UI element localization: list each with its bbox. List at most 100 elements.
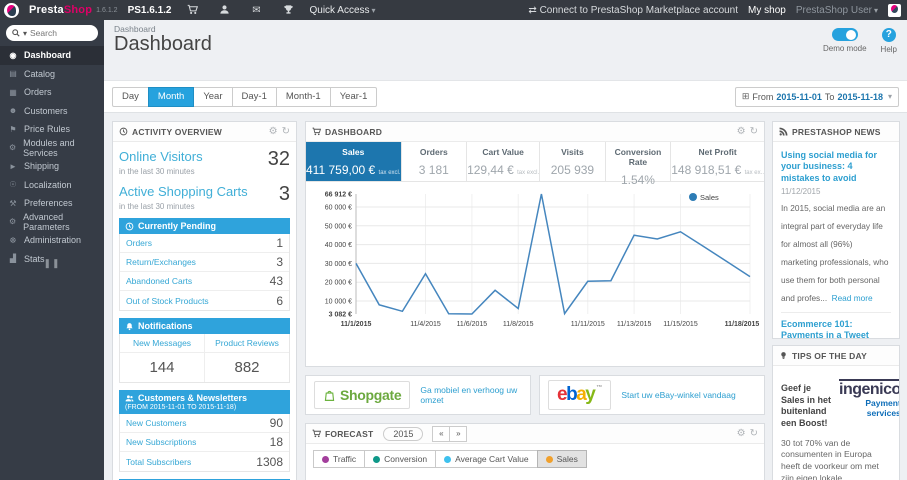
legend-average-cart-value-button[interactable]: Average Cart Value: [435, 450, 538, 468]
active-carts-link[interactable]: Active Shopping Carts: [119, 184, 248, 199]
pending-orders-link[interactable]: Orders: [126, 238, 152, 248]
online-visitors-link[interactable]: Online Visitors: [119, 149, 203, 164]
customer-icon[interactable]: [213, 4, 235, 15]
kpi-net-profit[interactable]: Net Profit 148 918,51 € tax ex..: [671, 142, 764, 181]
product-reviews-link[interactable]: Product Reviews: [205, 334, 289, 353]
legend-label: Average Cart Value: [455, 454, 529, 464]
pending-returns-link[interactable]: Return/Exchanges: [126, 257, 196, 267]
range-day-button[interactable]: Day: [112, 86, 149, 107]
svg-text:11/13/2015: 11/13/2015: [617, 321, 652, 328]
main-menu: ◉ Dashboard ▤ Catalog ▦ Orders ☻ Customers ⚑…: [0, 46, 104, 268]
sidebar-item-label: Catalog: [24, 68, 56, 79]
range-month-1-button[interactable]: Month-1: [275, 86, 331, 107]
my-shop-link[interactable]: My shop: [748, 5, 786, 16]
currently-pending-header: Currently Pending: [119, 218, 290, 234]
range-year-button[interactable]: Year: [193, 86, 233, 107]
kpi-note: tax excl.: [517, 170, 540, 176]
total-subscribers-link[interactable]: Total Subscribers: [126, 457, 191, 467]
legend-conversion-button[interactable]: Conversion: [364, 450, 437, 468]
search-box[interactable]: ▾: [6, 25, 98, 41]
search-input[interactable]: [30, 28, 89, 38]
kpi-label: Net Profit: [698, 147, 737, 157]
panel-title: FORECAST: [325, 428, 374, 439]
sidebar-item-dashboard[interactable]: ◉ Dashboard: [0, 46, 104, 65]
date-from-value: 2015-11-01: [776, 91, 822, 102]
sidebar-collapse-toggle[interactable]: ❚❚: [0, 258, 104, 269]
article-title-link[interactable]: Using social media for your business: 4 …: [781, 150, 891, 184]
kpi-sales[interactable]: Sales 411 759,00 € tax excl.: [306, 142, 402, 181]
chevron-down-icon: ▾: [371, 5, 376, 15]
active-carts-stat: Active Shopping Carts in the last 30 min…: [119, 183, 290, 211]
svg-text:50 000 €: 50 000 €: [325, 223, 352, 230]
kpi-note: tax ex..: [744, 170, 764, 176]
shopgate-link[interactable]: Ga mobiel en verhoog uw omzet: [420, 385, 522, 405]
kpi-label: Orders: [419, 147, 448, 157]
gear-icon[interactable]: ⚙: [269, 126, 278, 137]
ebay-link[interactable]: Start uw eBay-winkel vandaag: [621, 390, 735, 400]
version-label: 1.6.1.2: [96, 6, 118, 14]
sidebar-item-administration[interactable]: ☸ Administration: [0, 231, 104, 250]
user-menu[interactable]: PrestaShop User ▾: [796, 5, 878, 16]
product-reviews-value: 882: [234, 359, 260, 376]
next-year-button[interactable]: »: [449, 425, 468, 442]
gear-icon[interactable]: ⚙: [737, 428, 746, 439]
article-date: 11/12/2015: [781, 186, 821, 196]
chevron-down-icon: ▾: [887, 92, 892, 101]
sidebar-item-preferences[interactable]: ⚒ Preferences: [0, 194, 104, 213]
sidebar-item-customers[interactable]: ☻ Customers: [0, 102, 104, 121]
refresh-icon[interactable]: ↻: [282, 126, 290, 137]
kpi-value: 205 939: [550, 163, 595, 177]
kpi-visits[interactable]: Visits 205 939: [540, 142, 606, 181]
read-more-link[interactable]: Read more: [832, 293, 873, 303]
new-messages-link[interactable]: New Messages: [120, 334, 204, 353]
range-month-button[interactable]: Month: [147, 86, 195, 107]
out-of-stock-link[interactable]: Out of Stock Products: [126, 296, 209, 306]
shopgate-logo: Shopgate: [314, 381, 411, 409]
quick-access-menu[interactable]: Quick Access ▾: [309, 5, 375, 16]
shopping-bag-icon: [324, 390, 335, 401]
gear-icon[interactable]: ⚙: [737, 126, 746, 137]
sidebar-item-catalog[interactable]: ▤ Catalog: [0, 65, 104, 84]
range-year-1-button[interactable]: Year-1: [329, 86, 378, 107]
ebay-letter: a: [576, 384, 587, 405]
sidebar-item-shipping[interactable]: ► Shipping: [0, 157, 104, 176]
kpi-cart-value[interactable]: Cart Value 129,44 € tax excl.: [467, 142, 541, 181]
svg-text:11/8/2015: 11/8/2015: [503, 321, 534, 328]
sidebar-item-price-rules[interactable]: ⚑ Price Rules: [0, 120, 104, 139]
demo-mode-toggle[interactable]: [831, 28, 858, 41]
help-label: Help: [880, 45, 897, 54]
new-customers-link[interactable]: New Customers: [126, 418, 186, 428]
refresh-icon[interactable]: ↻: [750, 428, 758, 439]
previous-year-button[interactable]: «: [432, 425, 451, 442]
sidebar-item-advanced-parameters[interactable]: ⚙ Advanced Parameters: [0, 212, 104, 232]
cart-icon[interactable]: [181, 4, 203, 15]
refresh-icon[interactable]: ↻: [750, 126, 758, 137]
article-title-link[interactable]: Ecommerce 101: Payments in a Tweet: [781, 319, 891, 338]
trophy-icon[interactable]: [277, 4, 299, 15]
ingenico-logo: ingenico Payment services: [839, 373, 900, 430]
shipping-icon: ►: [9, 161, 17, 171]
new-subscriptions-link[interactable]: New Subscriptions: [126, 437, 196, 447]
kpi-orders[interactable]: Orders 3 181: [402, 142, 468, 181]
sidebar-item-label: Modules and Services: [23, 137, 75, 158]
kpi-conversion-rate[interactable]: Conversion Rate 1.54%: [606, 142, 672, 187]
legend-sales-button[interactable]: Sales: [536, 450, 587, 468]
legend-traffic-button[interactable]: Traffic: [313, 450, 366, 468]
date-range-picker[interactable]: ⊞ From 2015-11-01 To 2015-11-18 ▾: [734, 86, 899, 107]
panel-title: PRESTASHOP NEWS: [792, 126, 881, 137]
pending-table: Orders 1 Return/Exchanges 3 Abandoned Cart…: [119, 234, 290, 311]
sidebar-item-modules-and-services[interactable]: ⚙ Modules and Services: [0, 137, 104, 158]
range-day-1-button[interactable]: Day-1: [231, 86, 277, 107]
sidebar-item-orders[interactable]: ▦ Orders: [0, 83, 104, 102]
abandoned-carts-link[interactable]: Abandoned Carts: [126, 276, 192, 286]
marketplace-link[interactable]: ⇄ Connect to PrestaShop Marketplace acco…: [528, 5, 738, 16]
avatar[interactable]: [888, 3, 901, 17]
envelope-icon[interactable]: ✉: [245, 5, 267, 16]
stat-subtitle: in the last 30 minutes: [119, 202, 195, 211]
ingenico-wordmark: ingenico: [839, 379, 900, 398]
sidebar-item-localization[interactable]: ☉ Localization: [0, 176, 104, 195]
notifications-header: Notifications: [119, 318, 290, 334]
help-icon[interactable]: ?: [881, 28, 896, 42]
customers-newsletters-header: Customers & Newsletters (FROM 2015-11-01…: [119, 390, 290, 414]
calendar-icon: ⊞: [741, 91, 750, 101]
